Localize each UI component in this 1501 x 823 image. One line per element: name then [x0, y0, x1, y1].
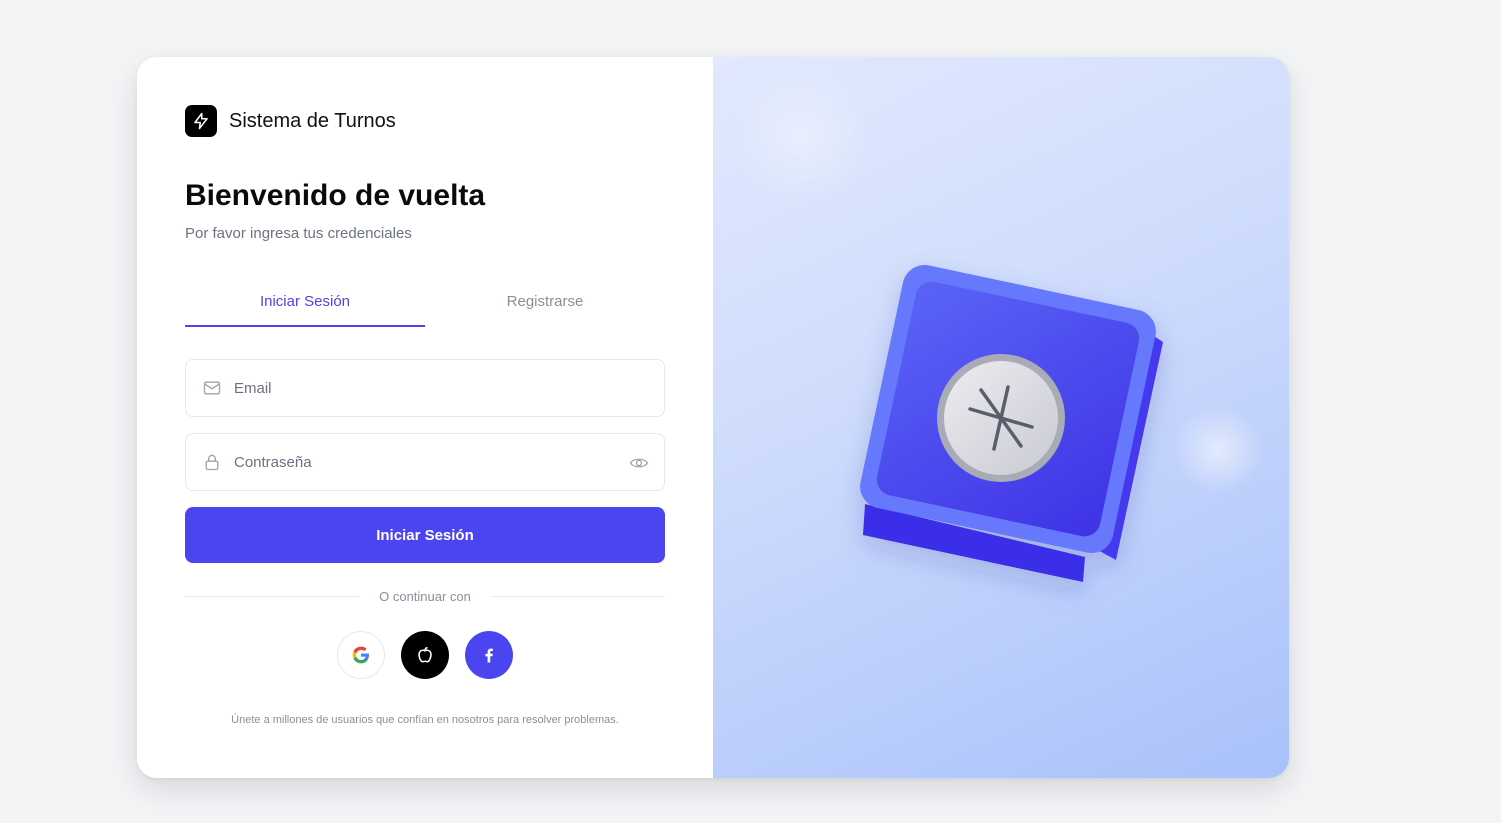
password-field[interactable]: [185, 433, 665, 491]
login-card: Sistema de Turnos Bienvenido de vuelta P…: [137, 57, 1289, 778]
page-title: Bienvenido de vuelta: [185, 179, 486, 212]
tab-login[interactable]: Iniciar Sesión: [185, 285, 425, 327]
email-field[interactable]: [185, 359, 665, 417]
facebook-icon: [485, 648, 493, 663]
login-panel: Sistema de Turnos Bienvenido de vuelta P…: [137, 57, 713, 778]
brand: Sistema de Turnos: [185, 105, 396, 137]
password-input[interactable]: [234, 453, 594, 471]
social-login-buttons: [337, 631, 513, 679]
footnote: Únete a millones de usuarios que confían…: [231, 714, 619, 726]
apple-login-button[interactable]: [401, 631, 449, 679]
google-icon: [352, 646, 369, 664]
auth-tabs: Iniciar Sesión Registrarse: [185, 285, 665, 327]
illustration-panel: [713, 57, 1289, 778]
asterisk-knob: [937, 354, 1065, 482]
key-illustration: [733, 67, 1263, 582]
divider-line-right: [491, 596, 665, 597]
lock-icon: [202, 452, 222, 472]
google-login-button[interactable]: [337, 631, 385, 679]
login-submit-button[interactable]: Iniciar Sesión: [185, 507, 665, 563]
apple-icon: [418, 646, 432, 663]
page-subtitle: Por favor ingresa tus credenciales: [185, 225, 412, 242]
lightning-bolt-icon: [185, 105, 217, 137]
facebook-login-button[interactable]: [465, 631, 513, 679]
tab-register[interactable]: Registrarse: [425, 285, 665, 327]
mail-icon: [202, 378, 222, 398]
social-divider: O continuar con: [185, 587, 665, 607]
eye-icon[interactable]: [628, 452, 650, 474]
email-input[interactable]: [234, 379, 594, 397]
brand-name: Sistema de Turnos: [229, 109, 396, 132]
